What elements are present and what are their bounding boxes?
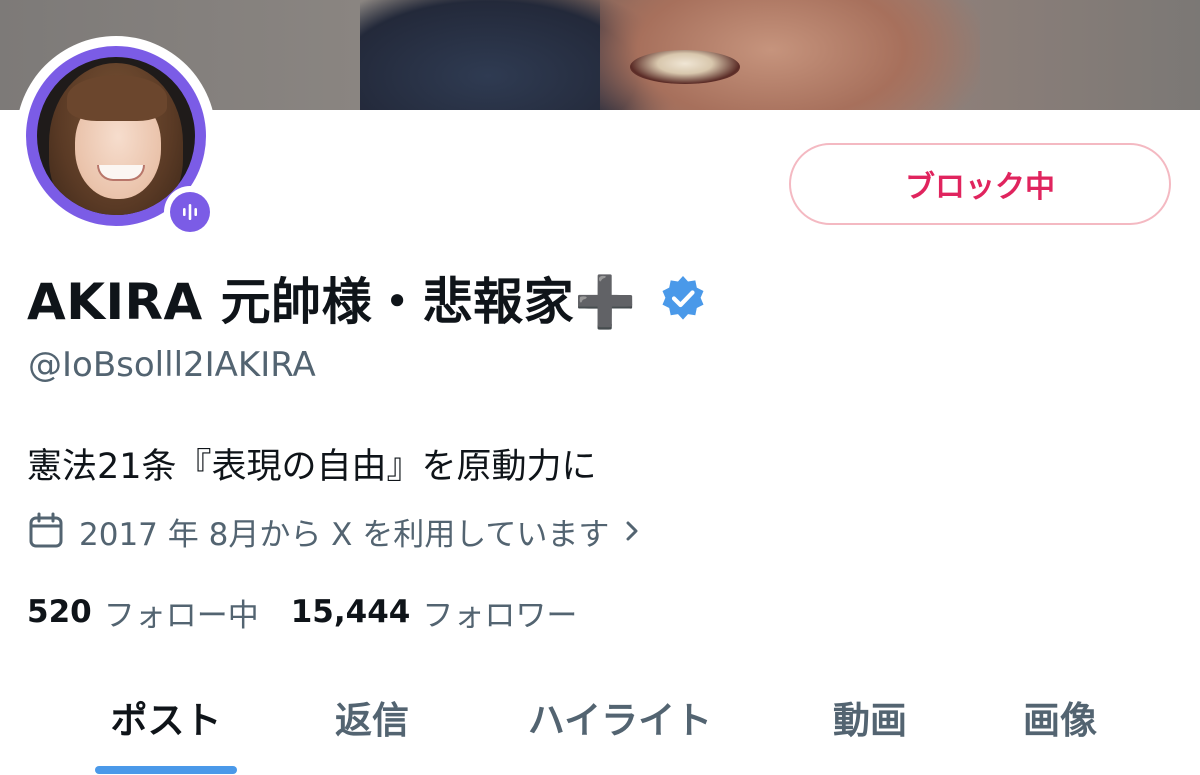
display-name-row: AKIRA 元帥様・悲報家➕ <box>27 266 707 331</box>
microphone-icon <box>183 204 197 220</box>
following-link[interactable]: 520 フォロー中 <box>27 590 259 635</box>
display-name: AKIRA 元帥様・悲報家➕ <box>27 273 637 331</box>
follow-stats: 520 フォロー中 15,444 フォロワー <box>27 590 577 634</box>
user-handle: @IoBsolll2IAKIRA <box>28 345 316 385</box>
tab-posts[interactable]: ポスト <box>60 676 272 758</box>
tab-images[interactable]: 画像 <box>970 676 1150 758</box>
verified-badge-icon[interactable] <box>659 274 707 322</box>
join-date[interactable]: 2017 年 8月から X を利用しています <box>27 508 643 554</box>
microphone-badge <box>164 186 216 238</box>
followers-link[interactable]: 15,444 フォロワー <box>291 590 578 635</box>
avatar-photo <box>37 57 195 215</box>
join-date-text: 2017 年 8月から X を利用しています <box>79 516 610 553</box>
blocked-button[interactable]: ブロック中 <box>789 143 1171 225</box>
profile-tabs: ポスト 返信 ハイライト 動画 画像 <box>0 676 1200 775</box>
following-count: 520 <box>27 594 92 630</box>
tab-replies[interactable]: 返信 <box>282 676 462 758</box>
profile-bio: 憲法21条『表現の自由』を原動力に <box>27 447 597 487</box>
tab-videos[interactable]: 動画 <box>780 676 960 758</box>
banner-mouth <box>630 50 740 84</box>
followers-label: フォロワー <box>422 597 578 634</box>
followers-count: 15,444 <box>290 594 411 630</box>
calendar-icon <box>29 512 63 548</box>
avatar[interactable] <box>16 36 216 238</box>
tab-highlights[interactable]: ハイライト <box>480 676 760 758</box>
following-label: フォロー中 <box>103 597 259 634</box>
active-tab-indicator <box>95 766 237 774</box>
chevron-right-icon <box>626 521 638 541</box>
